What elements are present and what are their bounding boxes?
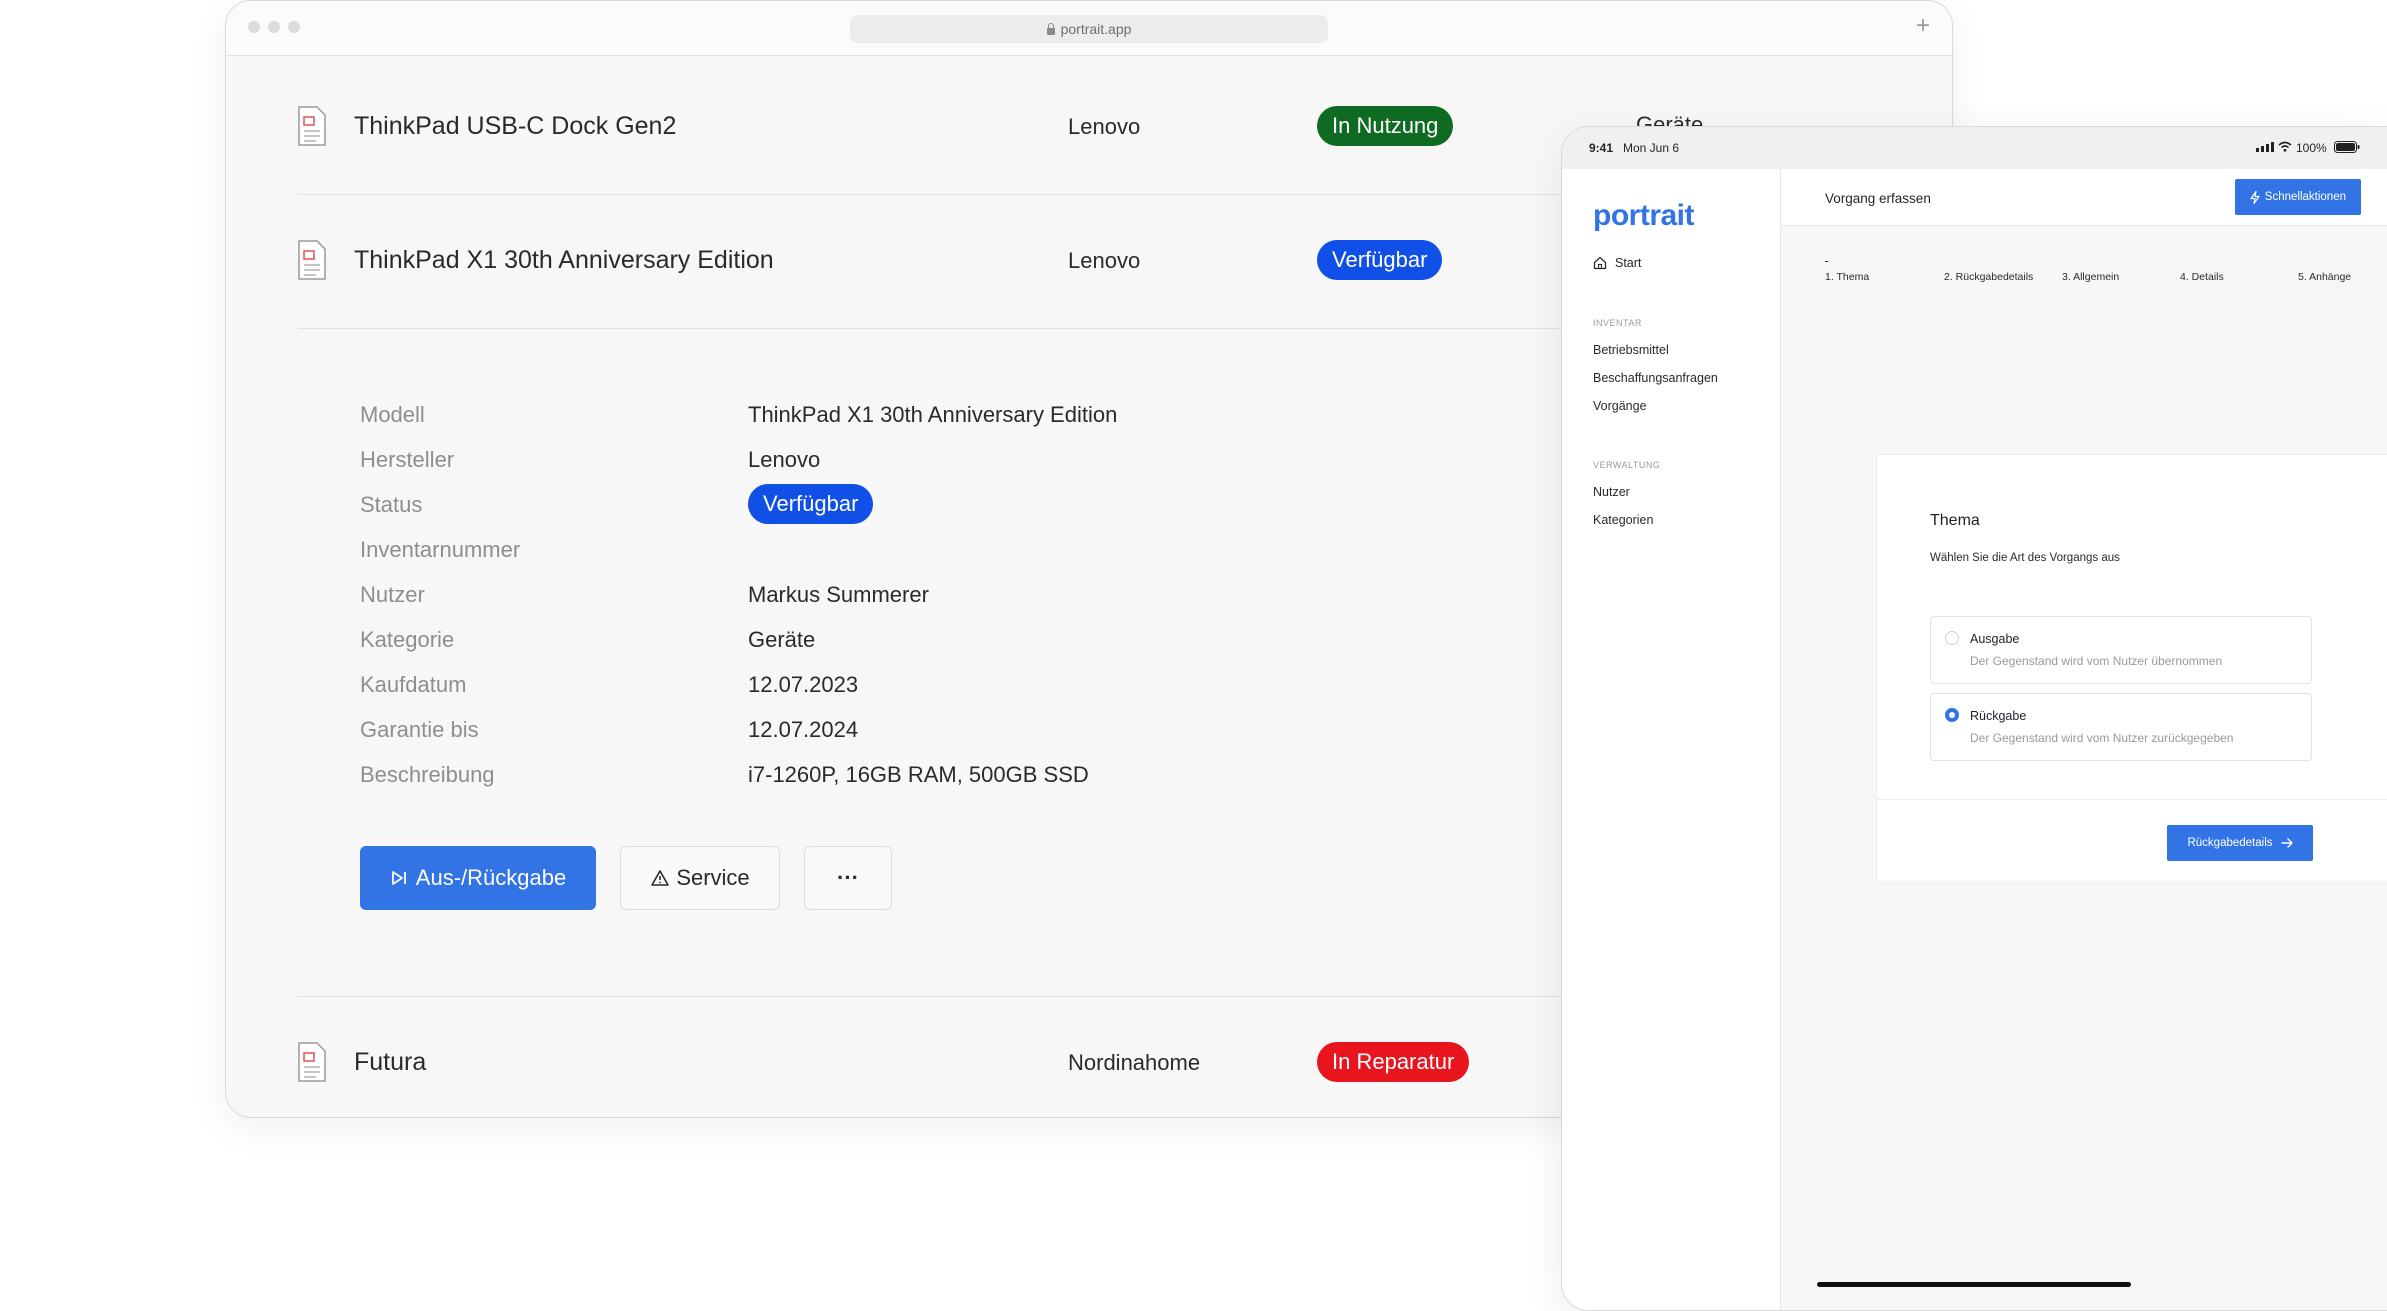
status-date: Mon Jun 6 — [1623, 141, 1680, 155]
service-label: Service — [676, 865, 750, 890]
step-details[interactable]: 4. Details — [2180, 271, 2224, 283]
address-text: portrait.app — [1060, 21, 1132, 37]
window-minimize-dot[interactable] — [268, 21, 280, 33]
label-category: Kategorie — [360, 627, 455, 652]
sidebar-item-processes[interactable]: Vorgänge — [1593, 399, 1647, 413]
radio-return[interactable] — [1945, 708, 1959, 722]
value-user: Markus Summerer — [748, 582, 929, 607]
sidebar-item-procurement[interactable]: Beschaffungsanfragen — [1593, 371, 1718, 385]
step-general[interactable]: 3. Allgemein — [2062, 271, 2119, 283]
step-return-details[interactable]: 2. Rückgabedetails — [1944, 271, 2033, 283]
home-indicator — [1817, 1282, 2131, 1287]
label-status: Status — [360, 492, 423, 517]
more-options-button[interactable]: ··· — [804, 846, 892, 910]
more-dots-icon: ··· — [837, 865, 859, 890]
window-close-dot[interactable] — [248, 21, 260, 33]
sidebar-item-users[interactable]: Nutzer — [1593, 485, 1630, 499]
browser-toolbar: portrait.app + — [226, 1, 1952, 56]
section-admin: VERWALTUNG — [1593, 460, 1661, 470]
topic-form: Thema Wählen Sie die Art des Vorgangs au… — [1876, 454, 2387, 882]
address-bar[interactable]: portrait.app — [850, 15, 1328, 43]
arrow-right-icon — [2280, 838, 2293, 848]
item-manufacturer: Lenovo — [1068, 248, 1141, 273]
item-name: Futura — [354, 1048, 427, 1076]
window-zoom-dot[interactable] — [288, 21, 300, 33]
tablet-status-bar: 9:41 Mon Jun 6 100% — [1562, 127, 2387, 169]
document-icon — [298, 240, 326, 280]
checkout-return-button[interactable]: Aus-/Rückgabe — [360, 846, 596, 910]
sidebar-item-assets[interactable]: Betriebsmittel — [1593, 343, 1669, 357]
option-description: Der Gegenstand wird vom Nutzer zurückgeg… — [1970, 731, 2234, 745]
radio-issue[interactable] — [1945, 631, 1959, 645]
label-warranty: Garantie bis — [360, 717, 479, 742]
option-return[interactable]: Rückgabe Der Gegenstand wird vom Nutzer … — [1930, 693, 2312, 761]
document-icon — [298, 106, 326, 146]
status-time: 9:41 — [1589, 141, 1614, 155]
card-subtitle: Wählen Sie die Art des Vorgangs aus — [1930, 552, 2120, 564]
skip-play-icon — [391, 871, 406, 885]
sidebar-item-label: Start — [1615, 256, 1642, 270]
item-name: ThinkPad X1 30th Anniversary Edition — [354, 246, 774, 274]
option-title: Rückgabe — [1970, 709, 2027, 723]
wifi-icon — [2278, 141, 2292, 152]
value-model: ThinkPad X1 30th Anniversary Edition — [748, 402, 1118, 427]
home-icon — [1593, 256, 1607, 270]
section-inventory: INVENTAR — [1593, 318, 1642, 328]
tablet-frame: 9:41 Mon Jun 6 100% portrait Start INVEN… — [1561, 126, 2387, 1311]
page-title: Vorgang erfassen — [1825, 191, 1931, 206]
value-description: i7-1260P, 16GB RAM, 500GB SSD — [748, 762, 1089, 787]
label-description: Beschreibung — [360, 762, 495, 787]
status-badge: Verfügbar — [1317, 240, 1443, 280]
label-purchase-date: Kaufdatum — [360, 672, 467, 697]
document-icon — [298, 1042, 326, 1082]
next-button-label: Rückgabedetails — [2187, 837, 2273, 849]
status-badge: In Nutzung — [1317, 106, 1454, 146]
service-button[interactable]: Service — [620, 846, 780, 910]
value-category: Geräte — [748, 627, 816, 652]
signal-icon — [2256, 142, 2274, 152]
next-return-details-button[interactable]: Rückgabedetails — [2167, 825, 2313, 861]
value-manufacturer: Lenovo — [748, 447, 821, 472]
quick-actions-label: Schnellaktionen — [2264, 191, 2346, 203]
sidebar-item-start[interactable]: Start — [1593, 256, 1641, 270]
step-topic[interactable]: 1. Thema — [1825, 271, 1869, 283]
label-manufacturer: Hersteller — [360, 447, 455, 472]
card-divider — [1877, 799, 2387, 800]
status-badge: Verfügbar — [748, 484, 874, 524]
option-title: Ausgabe — [1970, 632, 2020, 646]
tablet-sidebar: portrait Start INVENTAR Betriebsmittel B… — [1562, 169, 1781, 1310]
battery-icon — [2334, 141, 2360, 153]
option-issue[interactable]: Ausgabe Der Gegenstand wird vom Nutzer ü… — [1930, 616, 2312, 684]
item-manufacturer: Lenovo — [1068, 114, 1141, 139]
portrait-logo: portrait — [1593, 199, 1695, 232]
item-name: ThinkPad USB-C Dock Gen2 — [354, 112, 677, 140]
card-title: Thema — [1930, 512, 1980, 529]
option-description: Der Gegenstand wird vom Nutzer übernomme… — [1970, 654, 2223, 668]
lightning-icon — [2250, 190, 2260, 204]
item-manufacturer: Nordinahome — [1068, 1050, 1201, 1075]
value-purchase-date: 12.07.2023 — [748, 672, 859, 697]
lock-icon — [1046, 23, 1055, 35]
stepper-progress — [1825, 261, 1828, 262]
label-model: Modell — [360, 402, 425, 427]
status-badge: In Reparatur — [1317, 1042, 1470, 1082]
sidebar-item-categories[interactable]: Kategorien — [1593, 513, 1653, 527]
quick-actions-button[interactable]: Schnellaktionen — [2234, 179, 2361, 215]
new-tab-plus-icon[interactable]: + — [1916, 12, 1930, 40]
value-warranty: 12.07.2024 — [748, 717, 859, 742]
label-user: Nutzer — [360, 582, 425, 607]
checkout-return-label: Aus-/Rückgabe — [415, 865, 567, 890]
status-battery-percent: 100% — [2296, 141, 2327, 155]
step-attachments[interactable]: 5. Anhänge — [2298, 271, 2351, 283]
warning-icon — [651, 870, 670, 886]
tablet-header: Vorgang erfassen Schnellaktionen — [1781, 169, 2387, 226]
label-inventory-number: Inventarnummer — [360, 537, 521, 562]
